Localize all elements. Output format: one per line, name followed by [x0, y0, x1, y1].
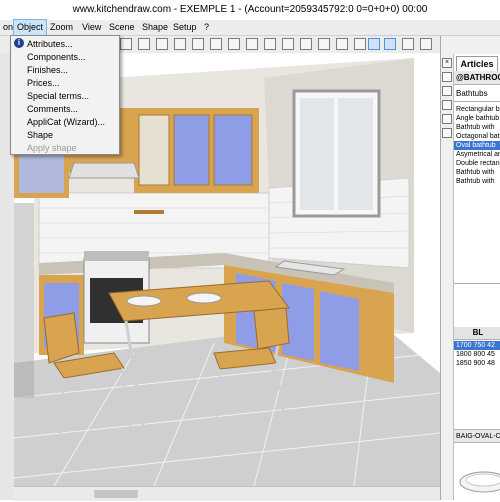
- plan-view-icon[interactable]: [354, 38, 366, 50]
- menu-special-terms[interactable]: Special terms...: [11, 90, 119, 102]
- menu-components[interactable]: Components...: [11, 51, 119, 63]
- menu-shape[interactable]: Shape: [139, 20, 171, 35]
- list-icon[interactable]: [442, 100, 452, 110]
- print-icon[interactable]: [156, 38, 168, 50]
- delete-icon[interactable]: [264, 38, 276, 50]
- list-item[interactable]: Angle bathtub: [454, 114, 500, 123]
- pointer-icon[interactable]: [442, 72, 452, 82]
- menu-applicat-wizard[interactable]: AppliCat (Wizard)...: [11, 116, 119, 128]
- add-icon[interactable]: [442, 86, 452, 96]
- list-item-selected[interactable]: Oval bathtub: [454, 141, 500, 150]
- list-item[interactable]: Rectangular bathtub: [454, 105, 500, 114]
- undo-icon[interactable]: [174, 38, 186, 50]
- rotate-icon[interactable]: [228, 38, 240, 50]
- dimension-row[interactable]: 1800 800 45: [454, 350, 500, 359]
- category-select[interactable]: Bathtubs: [454, 86, 500, 102]
- menu-prices[interactable]: Prices...: [11, 77, 119, 89]
- list-item[interactable]: Bathtub with: [454, 168, 500, 177]
- dimension-row-selected[interactable]: 1700 750 42: [454, 341, 500, 350]
- menu-apply-shape: Apply shape: [27, 143, 77, 153]
- menu-help[interactable]: ?: [201, 20, 212, 35]
- menu-finishes[interactable]: Finishes...: [11, 64, 119, 76]
- redo-icon[interactable]: [192, 38, 204, 50]
- menu-zoom[interactable]: Zoom: [47, 20, 76, 35]
- window-title: www.kitchendraw.com - EXEMPLE 1 - (Accou…: [0, 0, 500, 20]
- viewport-horizontal-scrollbar[interactable]: [14, 486, 440, 501]
- properties-icon[interactable]: [442, 128, 452, 138]
- elevation-view-icon[interactable]: [368, 38, 380, 50]
- dimension-header: BL: [454, 327, 500, 340]
- article-preview: [454, 444, 500, 500]
- articles-list: Rectangular bathtub Angle bathtub Bathtu…: [454, 103, 500, 284]
- measure-icon[interactable]: [282, 38, 294, 50]
- list-item[interactable]: Asymetrical angle: [454, 150, 500, 159]
- move-icon[interactable]: [210, 38, 222, 50]
- dimension-row[interactable]: 1850 900 48: [454, 359, 500, 368]
- tab-articles[interactable]: Articles: [456, 56, 498, 71]
- render-icon[interactable]: [402, 38, 414, 50]
- menu-setup[interactable]: Setup: [170, 20, 200, 35]
- right-panel: × Articles @BATHROOM Bathtubs Rectangula…: [440, 36, 500, 500]
- menu-attributes[interactable]: Attributes...: [11, 38, 119, 50]
- list-item[interactable]: Double rectangular: [454, 159, 500, 168]
- catalog-select[interactable]: @BATHROOM: [454, 71, 500, 85]
- light-icon[interactable]: [420, 38, 432, 50]
- scrollbar-thumb[interactable]: [94, 490, 138, 498]
- list-item[interactable]: Octagonal bathtub: [454, 132, 500, 141]
- object-menu-dropdown: i Attributes... Components... Finishes..…: [10, 35, 120, 155]
- list-item[interactable]: Bathtub with: [454, 123, 500, 132]
- zoom-in-icon[interactable]: [300, 38, 312, 50]
- perspective-view-icon[interactable]: [384, 38, 396, 50]
- menu-scene[interactable]: Scene: [106, 20, 138, 35]
- bathtub-preview-icon: [459, 471, 500, 493]
- close-icon[interactable]: ×: [442, 58, 452, 68]
- menu-view[interactable]: View: [79, 20, 104, 35]
- menu-shape[interactable]: Shape: [11, 129, 119, 141]
- filter-icon[interactable]: [442, 114, 452, 124]
- list-item[interactable]: Bathtub with: [454, 177, 500, 186]
- menu-object[interactable]: Object: [13, 19, 48, 36]
- zoom-out-icon[interactable]: [318, 38, 330, 50]
- copy-icon[interactable]: [246, 38, 258, 50]
- menu-bar: on Object Zoom View Scene Shape Setup ?: [0, 19, 500, 36]
- menu-comments[interactable]: Comments...: [11, 103, 119, 115]
- open-icon[interactable]: [120, 38, 132, 50]
- preview-reference: BAIG-OVAL-C: [454, 429, 500, 443]
- zoom-all-icon[interactable]: [336, 38, 348, 50]
- articles-panel: Articles @BATHROOM Bathtubs Rectangular …: [453, 54, 500, 500]
- save-icon[interactable]: [138, 38, 150, 50]
